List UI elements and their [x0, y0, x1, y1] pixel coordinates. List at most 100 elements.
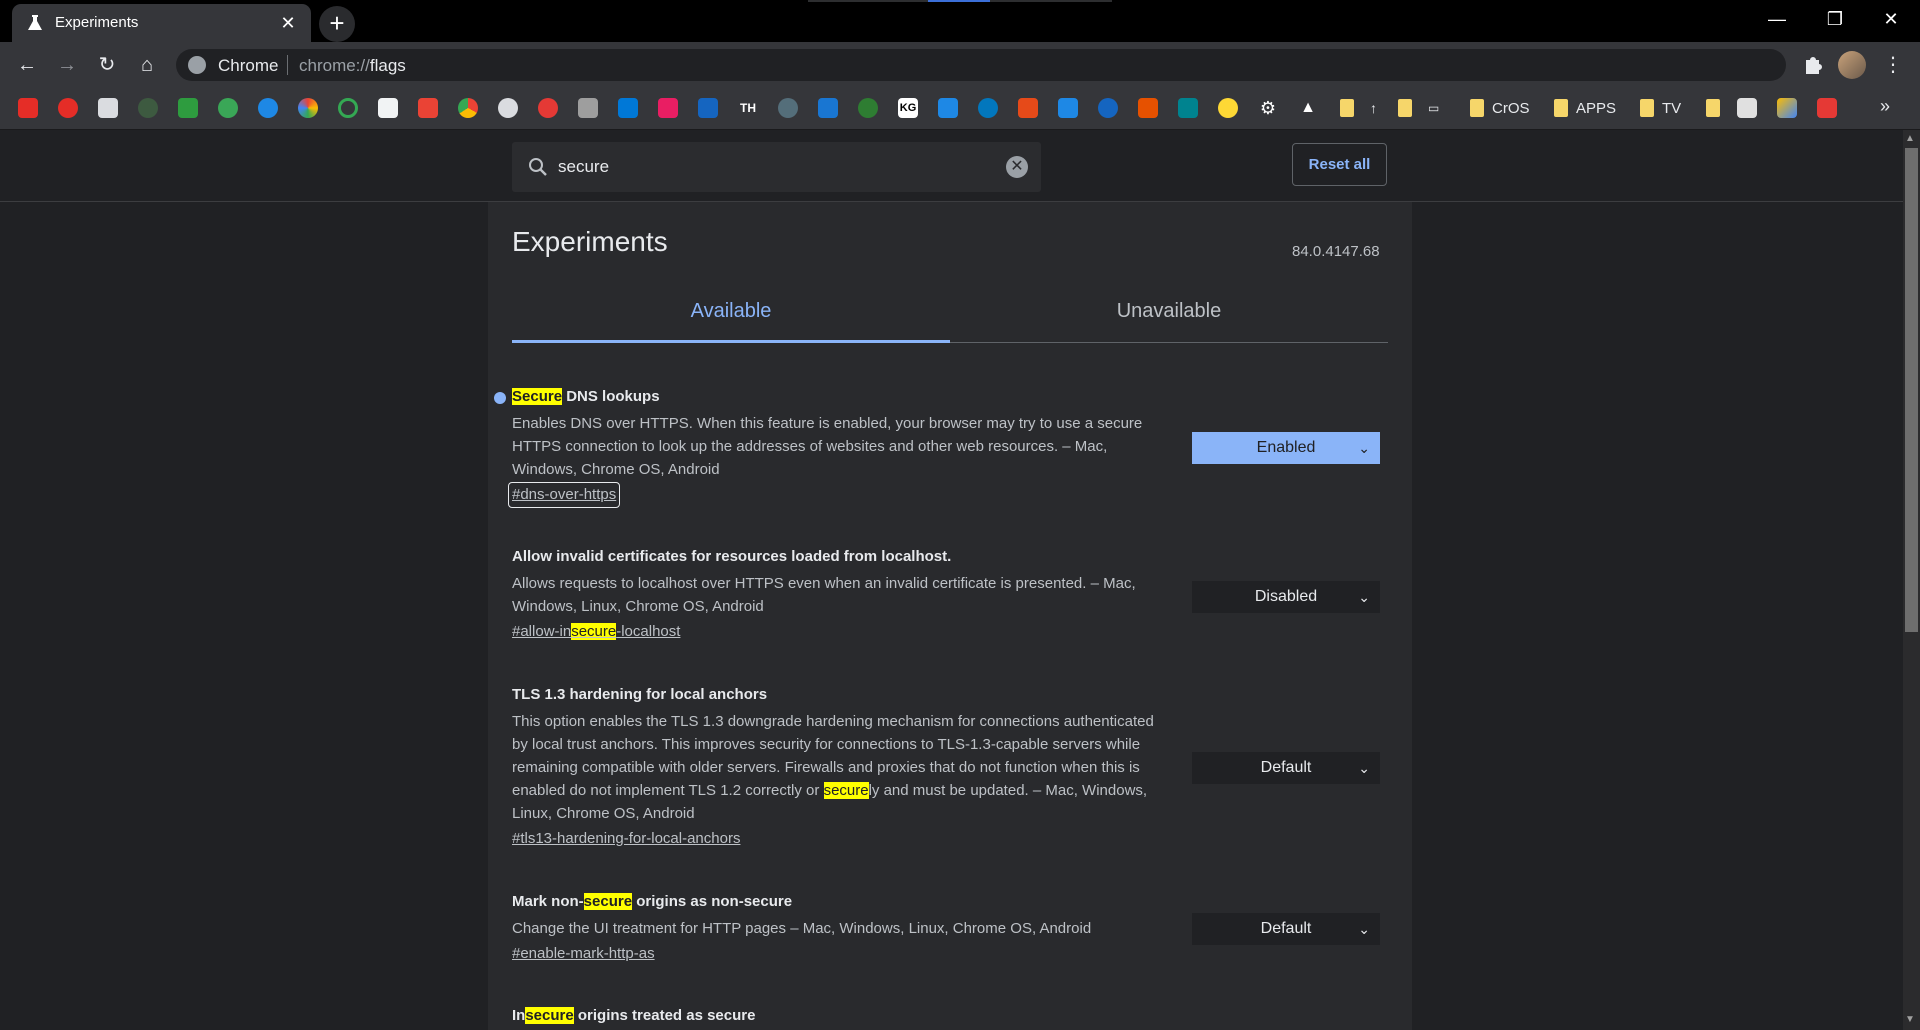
th-bookmark-icon[interactable]: TH	[738, 98, 758, 118]
bookmark-icon-36[interactable]	[1737, 98, 1757, 118]
bookmark-folder-apps[interactable]: APPS	[1554, 97, 1616, 119]
tab-available[interactable]: Available	[512, 300, 950, 344]
extensions-puzzle-icon[interactable]	[1798, 51, 1826, 79]
experiment-description: This option enables the TLS 1.3 downgrad…	[512, 713, 1154, 822]
gear-green-bookmark-icon[interactable]	[858, 98, 878, 118]
experiment-select-dns-over-https[interactable]: Enabled ⌄	[1192, 432, 1380, 464]
experiment-name: Insecure origins treated as secure	[512, 1007, 756, 1024]
flask-bookmark-icon[interactable]: ▲	[1298, 98, 1318, 118]
bookmark-folder-2[interactable]: ▭	[1398, 97, 1439, 119]
toolbar: ← → ↻ ⌂ Chrome chrome://flags ★ ⋮	[0, 42, 1920, 86]
chrome-bookmark-icon[interactable]	[458, 98, 478, 118]
omnibox-divider	[287, 55, 288, 75]
experiment-name: Allow invalid certificates for resources…	[512, 548, 952, 565]
bookmark-folder-1[interactable]: ↑	[1340, 97, 1377, 119]
layers-bookmark-icon[interactable]	[98, 98, 118, 118]
bookmark-icon-38[interactable]	[1817, 98, 1837, 118]
window-drag-highlight	[928, 0, 990, 2]
bookmarks-bar: TH KG ⚙ ▲ ↑ ▭ CrOS APPS TV »	[0, 86, 1920, 130]
scroll-down-arrow-icon[interactable]: ▼	[1905, 1014, 1915, 1025]
search-input[interactable]: secure	[558, 157, 609, 177]
experiment-link[interactable]: #dns-over-https	[507, 482, 621, 508]
l1-bookmark-icon[interactable]	[1178, 98, 1198, 118]
bookmark-folder-6[interactable]	[1706, 97, 1728, 119]
bookmark-icon-28[interactable]	[1098, 98, 1118, 118]
reload-button[interactable]: ↻	[92, 50, 122, 80]
clear-search-icon[interactable]: ✕	[1006, 156, 1028, 178]
experiment-name: Mark non-secure origins as non-secure	[512, 893, 793, 910]
experiment-name: Secure DNS lookups	[512, 388, 660, 405]
experiment-select-mark-non-secure[interactable]: Default ⌄	[1192, 913, 1380, 945]
reset-all-button[interactable]: Reset all	[1292, 143, 1387, 186]
experiment-link[interactable]: #tls13-hardening-for-local-anchors	[512, 828, 740, 850]
doc-bookmark-icon[interactable]	[378, 98, 398, 118]
chevron-down-icon: ⌄	[1358, 921, 1370, 937]
windows-bookmark-icon[interactable]	[618, 98, 638, 118]
forward-button[interactable]: →	[52, 50, 82, 80]
new-tab-button[interactable]: +	[319, 6, 355, 42]
bookmark-icon-14[interactable]	[538, 98, 558, 118]
experiment-link[interactable]: #enable-mark-http-as	[512, 943, 655, 965]
folder-icon	[1640, 99, 1654, 117]
chevron-down-icon: ⌄	[1358, 440, 1370, 456]
bookmarks-overflow-chevron-icon[interactable]: »	[1880, 96, 1890, 117]
window-close-button[interactable]: ✕	[1862, 0, 1920, 38]
settings-gear-bookmark-icon[interactable]: ⚙	[1258, 98, 1278, 118]
ads-bookmark-icon[interactable]	[1777, 98, 1797, 118]
menu-kebab-icon[interactable]: ⋮	[1878, 50, 1908, 80]
bookmark-icon-18[interactable]	[698, 98, 718, 118]
scroll-up-arrow-icon[interactable]: ▲	[1905, 133, 1915, 144]
back-button[interactable]: ←	[12, 50, 42, 80]
folder-icon	[1470, 99, 1484, 117]
experiment-mark-non-secure: Mark non-secure origins as non-secure Ch…	[512, 891, 1172, 965]
folder-icon	[1554, 99, 1568, 117]
home-button[interactable]: ⌂	[132, 50, 162, 80]
film-bookmark-icon[interactable]	[578, 98, 598, 118]
globe-bookmark-icon[interactable]	[778, 98, 798, 118]
cloud-bookmark-icon[interactable]	[258, 98, 278, 118]
bookmark-icon-4[interactable]	[138, 98, 158, 118]
experiment-allow-insecure-localhost: Allow invalid certificates for resources…	[512, 546, 1172, 643]
intel-bookmark-icon[interactable]	[978, 98, 998, 118]
circle-bookmark-icon[interactable]	[338, 98, 358, 118]
kg-bookmark-icon[interactable]: KG	[898, 98, 918, 118]
search-field[interactable]: secure ✕	[512, 142, 1041, 192]
tab-unavailable[interactable]: Unavailable	[950, 300, 1388, 344]
restore-button[interactable]: ❐	[1806, 0, 1864, 38]
profile-avatar[interactable]	[1838, 51, 1866, 79]
bookmark-icon-6[interactable]	[218, 98, 238, 118]
version-label: 84.0.4147.68	[1292, 243, 1380, 260]
experiment-link[interactable]: #allow-insecure-localhost	[512, 621, 680, 643]
scrollbar-thumb[interactable]	[1905, 148, 1918, 632]
bulb-bookmark-icon[interactable]	[1218, 98, 1238, 118]
ring-bookmark-icon[interactable]	[298, 98, 318, 118]
chevron-down-icon: ⌄	[1358, 760, 1370, 776]
a-bookmark-icon[interactable]	[938, 98, 958, 118]
page-title: Experiments	[512, 226, 668, 257]
chevron-down-icon: ⌄	[1358, 589, 1370, 605]
bookmark-folder-cros[interactable]: CrOS	[1470, 97, 1530, 119]
slides-bookmark-icon[interactable]	[418, 98, 438, 118]
bookmark-folder-tv[interactable]: TV	[1640, 97, 1681, 119]
e-bookmark-icon[interactable]	[818, 98, 838, 118]
bookmark-icon-27[interactable]	[1058, 98, 1078, 118]
google-bookmark-icon[interactable]	[498, 98, 518, 118]
youtube-bookmark-icon[interactable]	[18, 98, 38, 118]
minimize-button[interactable]: —	[1748, 0, 1806, 38]
omnibox-url[interactable]: chrome://flags	[299, 56, 406, 76]
address-bar[interactable]: Chrome chrome://flags ★	[176, 49, 1786, 81]
search-icon	[529, 158, 547, 176]
folder-icon	[1398, 99, 1412, 117]
experiment-select-tls13-hardening[interactable]: Default ⌄	[1192, 752, 1380, 784]
tab-strip: Experiments ✕ + — ❐ ✕	[0, 0, 1920, 42]
tab-close-icon[interactable]: ✕	[278, 13, 298, 33]
bookmark-icon-26[interactable]	[1018, 98, 1038, 118]
tab-title: Experiments	[55, 14, 139, 31]
bookmark-icon-5[interactable]	[178, 98, 198, 118]
bookmark-icon-29[interactable]	[1138, 98, 1158, 118]
bookmark-icon-17[interactable]	[658, 98, 678, 118]
experiment-select-allow-insecure-localhost[interactable]: Disabled ⌄	[1192, 581, 1380, 613]
tab-experiments[interactable]: Experiments ✕	[12, 4, 311, 42]
experiment-description: Allows requests to localhost over HTTPS …	[512, 575, 1136, 615]
youtube-music-bookmark-icon[interactable]	[58, 98, 78, 118]
